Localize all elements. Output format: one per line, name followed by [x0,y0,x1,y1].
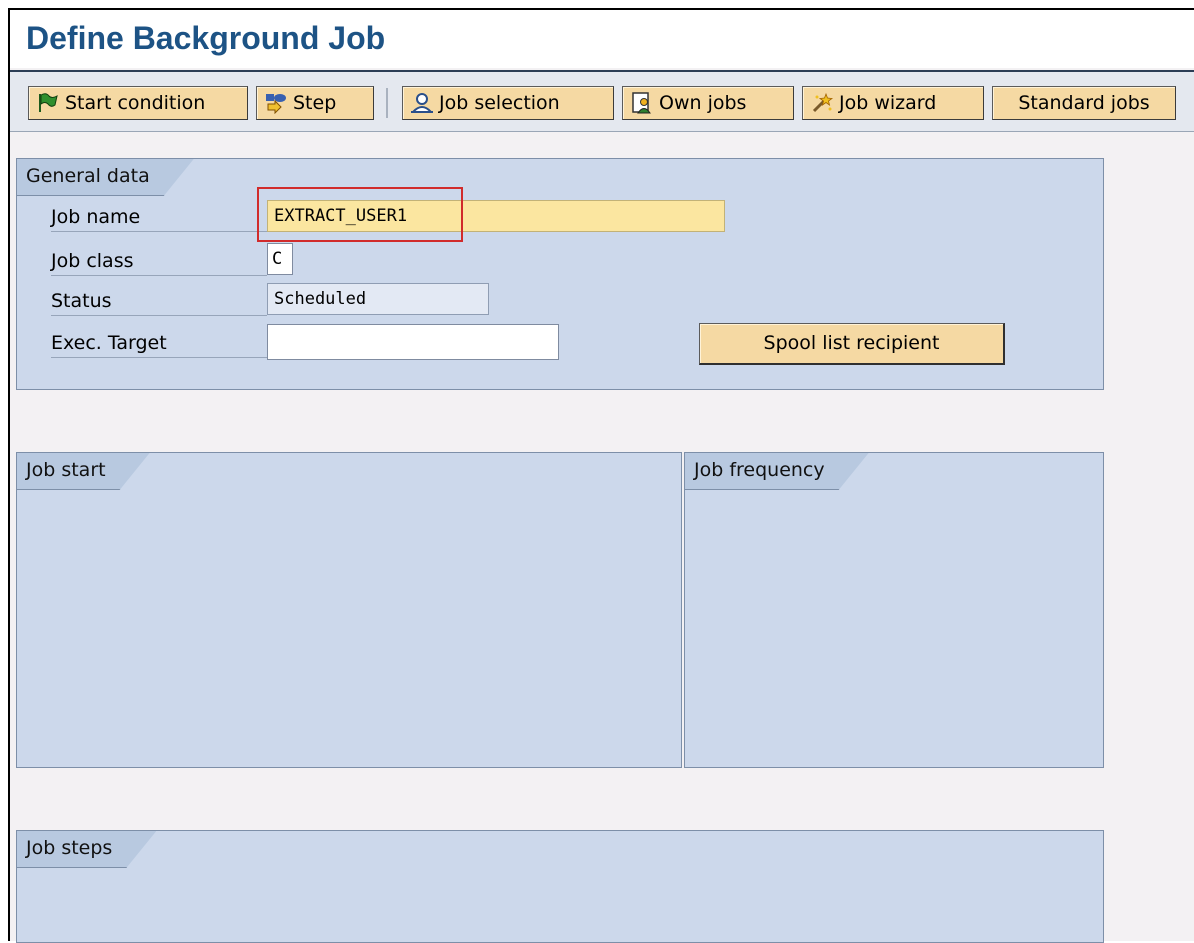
step-icon [265,92,287,114]
step-button[interactable]: Step [256,86,374,120]
job-frequency-title: Job frequency [694,459,825,481]
title-bar: Define Background Job [10,10,1194,68]
general-data-group: General data Job name EXTRACT_USER1 Job … [16,158,1104,390]
wizard-icon [811,92,833,114]
job-frequency-tab: Job frequency [685,453,869,490]
general-data-title: General data [26,165,150,187]
spool-list-recipient-button[interactable]: Spool list recipient [699,323,1005,365]
exec-target-label: Exec. Target [51,329,267,358]
job-name-label: Job name [51,203,267,232]
page-title: Define Background Job [26,20,386,56]
toolbar-separator [386,88,388,118]
job-selection-label: Job selection [439,92,560,114]
job-class-label: Job class [51,247,267,276]
general-data-tab: General data [17,159,194,196]
flag-icon [37,92,59,114]
own-jobs-icon [631,92,653,114]
job-steps-title: Job steps [26,837,113,859]
standard-jobs-button[interactable]: Standard jobs [992,86,1176,120]
own-jobs-button[interactable]: Own jobs [622,86,794,120]
job-frequency-group: Job frequency [684,452,1104,768]
job-name-input[interactable]: EXTRACT_USER1 [267,200,725,232]
job-start-group: Job start [16,452,682,768]
status-label: Status [51,287,267,316]
status-field: Scheduled [267,283,489,315]
job-steps-tab: Job steps [17,831,156,868]
standard-jobs-label: Standard jobs [1018,92,1150,114]
application-toolbar: Start condition Step Job selection Own j… [10,70,1194,132]
job-start-tab: Job start [17,453,150,490]
job-steps-group: Job steps [16,830,1104,943]
job-wizard-button[interactable]: Job wizard [802,86,984,120]
step-label: Step [293,92,337,114]
main-window: Define Background Job Start condition St… [8,8,1194,943]
user-select-icon [411,92,433,114]
exec-target-input[interactable] [267,324,559,360]
job-class-input[interactable]: C [267,243,293,275]
job-start-title: Job start [26,459,106,481]
job-selection-button[interactable]: Job selection [402,86,614,120]
own-jobs-label: Own jobs [659,92,747,114]
start-condition-label: Start condition [65,92,206,114]
start-condition-button[interactable]: Start condition [28,86,248,120]
job-wizard-label: Job wizard [839,92,937,114]
